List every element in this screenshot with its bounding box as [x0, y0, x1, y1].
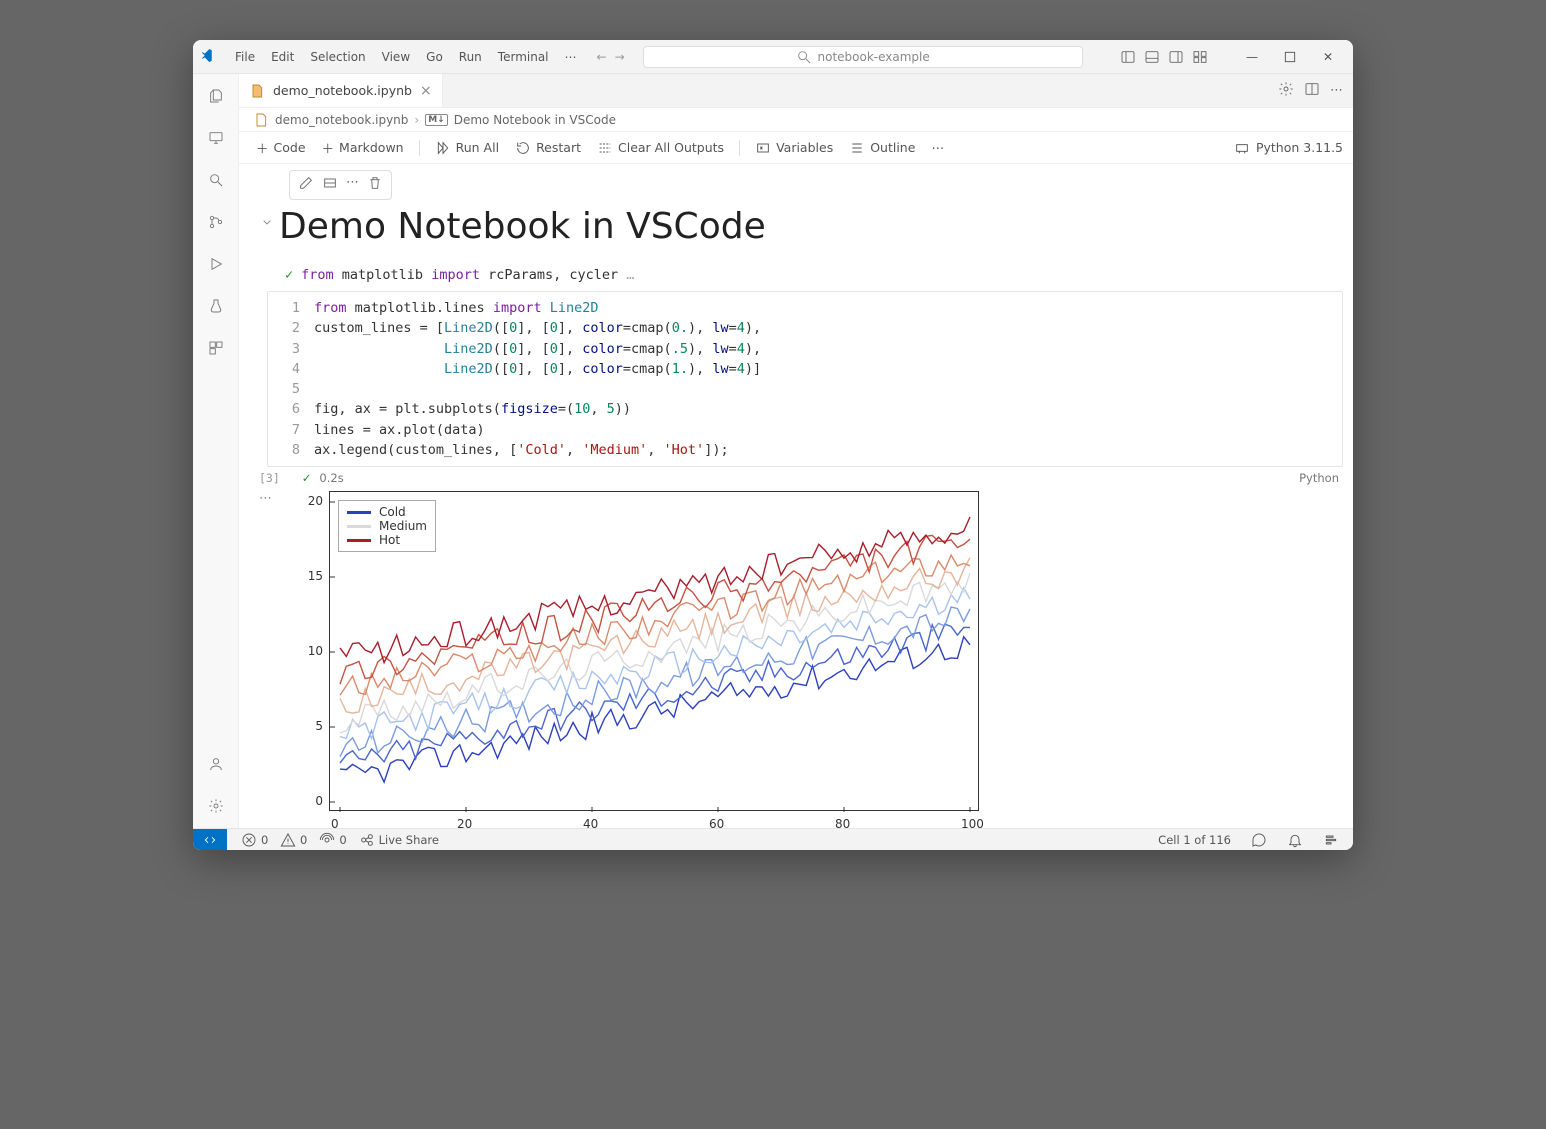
- menu-file[interactable]: File: [227, 46, 263, 68]
- breadcrumb-cell: Demo Notebook in VSCode: [454, 113, 616, 127]
- menu-selection[interactable]: Selection: [302, 46, 373, 68]
- code-cell[interactable]: 1from matplotlib.lines import Line2D2cus…: [267, 291, 1343, 467]
- clear-outputs-button[interactable]: Clear All Outputs: [590, 137, 731, 159]
- more-actions-icon[interactable]: ⋯: [1330, 83, 1343, 98]
- add-markdown-cell-button[interactable]: ＋ Markdown: [315, 135, 411, 160]
- feedback-icon[interactable]: [1245, 832, 1273, 848]
- ports-status[interactable]: 0: [313, 832, 352, 848]
- collapse-icon[interactable]: [259, 206, 275, 234]
- source-control-icon[interactable]: [204, 210, 228, 234]
- outline-button[interactable]: Outline: [842, 137, 922, 159]
- delete-cell-icon[interactable]: [367, 175, 383, 195]
- notebook-file-icon: [253, 112, 269, 128]
- success-check-icon: ✓: [302, 471, 312, 485]
- success-check-icon: ✓: [285, 267, 293, 283]
- problems-status[interactable]: 0 0: [235, 832, 313, 848]
- cell-output: ⋯ 05101520 ColdMediumHot 020406080100: [259, 491, 1349, 828]
- tab-close-icon[interactable]: ×: [420, 83, 432, 99]
- chart-plot: ColdMediumHot: [329, 491, 979, 811]
- testing-icon[interactable]: [204, 294, 228, 318]
- collapsed-code-summary[interactable]: ✓ from matplotlib import rcParams, cycle…: [285, 267, 1349, 283]
- output-actions-icon[interactable]: ⋯: [259, 491, 272, 506]
- layout-customize-icon[interactable]: [1190, 47, 1210, 67]
- prettier-icon[interactable]: [1317, 832, 1345, 848]
- restart-button[interactable]: Restart: [508, 137, 588, 159]
- execution-status: [3] ✓ 0.2s Python: [259, 467, 1349, 489]
- cell-position-status[interactable]: Cell 1 of 116: [1152, 832, 1237, 848]
- menu-go[interactable]: Go: [418, 46, 451, 68]
- tab-label: demo_notebook.ipynb: [273, 83, 412, 98]
- search-icon: [796, 49, 812, 65]
- exec-time: 0.2s: [319, 471, 343, 485]
- command-center-search[interactable]: notebook-example: [643, 46, 1083, 68]
- run-config-icon[interactable]: [1278, 81, 1294, 101]
- cell-toolbar: ⋯: [289, 170, 392, 200]
- explorer-icon[interactable]: [204, 84, 228, 108]
- notebook-body: ⋯ Demo Notebook in VSCode ✓ from matplot…: [239, 164, 1353, 828]
- window-maximize-icon[interactable]: [1273, 45, 1307, 69]
- menu-overflow-icon[interactable]: ⋯: [559, 46, 583, 68]
- vscode-window: FileEditSelectionViewGoRunTerminal ⋯ ← →…: [193, 40, 1353, 850]
- status-bar: 0 0 0 Live Share Cell 1 of 116: [193, 828, 1353, 850]
- notifications-icon[interactable]: [1281, 832, 1309, 848]
- window-close-icon[interactable]: ✕: [1311, 45, 1345, 69]
- split-cell-icon[interactable]: [322, 175, 338, 195]
- layout-right-icon[interactable]: [1166, 47, 1186, 67]
- live-share-status[interactable]: Live Share: [353, 832, 445, 848]
- notebook-toolbar: ＋ Code ＋ Markdown Run All Restart Clear …: [239, 132, 1353, 164]
- activity-bar: [193, 74, 239, 828]
- vscode-logo-icon: [201, 49, 217, 65]
- settings-gear-icon[interactable]: [204, 794, 228, 818]
- markdown-badge-icon: M↓: [425, 114, 448, 126]
- add-code-cell-button[interactable]: ＋ Code: [249, 135, 313, 160]
- menu-terminal[interactable]: Terminal: [490, 46, 557, 68]
- kernel-picker[interactable]: Python 3.11.5: [1256, 140, 1343, 155]
- menu-edit[interactable]: Edit: [263, 46, 302, 68]
- edit-cell-icon[interactable]: [298, 175, 314, 195]
- tab-demo-notebook[interactable]: demo_notebook.ipynb ×: [239, 74, 443, 107]
- editor-tabs: demo_notebook.ipynb × ⋯: [239, 74, 1353, 108]
- search-text: notebook-example: [818, 50, 930, 64]
- extensions-icon[interactable]: [204, 336, 228, 360]
- variables-button[interactable]: Variables: [748, 137, 840, 159]
- kernel-icon: [1234, 140, 1250, 156]
- layout-left-icon[interactable]: [1118, 47, 1138, 67]
- nav-forward-icon[interactable]: →: [615, 50, 625, 64]
- accounts-icon[interactable]: [204, 752, 228, 776]
- remote-explorer-icon[interactable]: [204, 126, 228, 150]
- run-all-button[interactable]: Run All: [428, 137, 506, 159]
- layout-bottom-icon[interactable]: [1142, 47, 1162, 67]
- chart-x-axis: 020406080100: [329, 815, 979, 828]
- cell-more-icon[interactable]: ⋯: [346, 175, 359, 195]
- split-editor-icon[interactable]: [1304, 81, 1320, 101]
- search-icon[interactable]: [204, 168, 228, 192]
- run-debug-icon[interactable]: [204, 252, 228, 276]
- nav-back-icon[interactable]: ←: [597, 50, 607, 64]
- menu-run[interactable]: Run: [451, 46, 490, 68]
- cell-language[interactable]: Python: [1299, 471, 1339, 485]
- breadcrumb[interactable]: demo_notebook.ipynb › M↓ Demo Notebook i…: [239, 108, 1353, 132]
- titlebar: FileEditSelectionViewGoRunTerminal ⋯ ← →…: [193, 40, 1353, 74]
- remote-indicator[interactable]: [193, 829, 227, 851]
- notebook-file-icon: [249, 83, 265, 99]
- window-minimize-icon[interactable]: —: [1235, 45, 1269, 69]
- notebook-heading: Demo Notebook in VSCode: [279, 206, 766, 247]
- menu-view[interactable]: View: [374, 46, 418, 68]
- exec-count: [3]: [259, 471, 280, 485]
- breadcrumb-file: demo_notebook.ipynb: [275, 113, 408, 127]
- toolbar-more-icon[interactable]: ⋯: [924, 137, 951, 158]
- chart-legend: ColdMediumHot: [338, 500, 436, 552]
